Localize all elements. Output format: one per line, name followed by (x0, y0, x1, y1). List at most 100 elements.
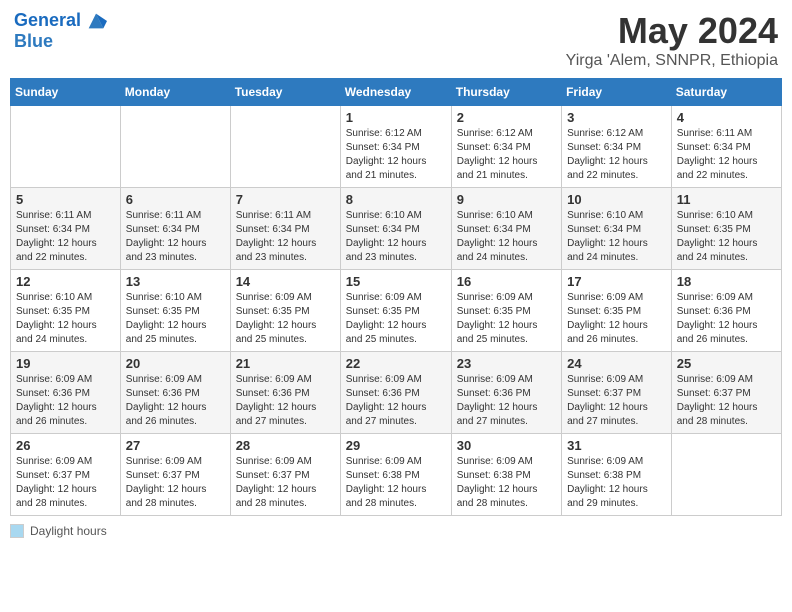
day-info: Sunrise: 6:10 AM Sunset: 6:35 PM Dayligh… (16, 291, 115, 347)
calendar-cell (11, 106, 121, 188)
week-row-1: 1 Sunrise: 6:12 AM Sunset: 6:34 PM Daylig… (11, 106, 782, 188)
column-header-friday: Friday (562, 79, 672, 106)
day-info: Sunrise: 6:10 AM Sunset: 6:35 PM Dayligh… (126, 291, 225, 347)
day-info: Sunrise: 6:11 AM Sunset: 6:34 PM Dayligh… (677, 127, 776, 183)
calendar-cell: 30 Sunrise: 6:09 AM Sunset: 6:38 PM Dayli… (451, 434, 561, 516)
day-number: 2 (457, 110, 556, 125)
day-number: 28 (236, 438, 335, 453)
day-info: Sunrise: 6:09 AM Sunset: 6:35 PM Dayligh… (567, 291, 666, 347)
calendar-cell: 18 Sunrise: 6:09 AM Sunset: 6:36 PM Dayli… (671, 270, 781, 352)
day-info: Sunrise: 6:09 AM Sunset: 6:36 PM Dayligh… (457, 373, 556, 429)
week-row-2: 5 Sunrise: 6:11 AM Sunset: 6:34 PM Daylig… (11, 188, 782, 270)
logo-icon (85, 10, 107, 32)
calendar-cell: 15 Sunrise: 6:09 AM Sunset: 6:35 PM Dayli… (340, 270, 451, 352)
calendar-table: SundayMondayTuesdayWednesdayThursdayFrid… (10, 78, 782, 516)
day-number: 13 (126, 274, 225, 289)
calendar-cell: 3Sunrise: 6:12 AM Sunset: 6:34 PM Daylig… (562, 106, 672, 188)
calendar-cell: 1 Sunrise: 6:12 AM Sunset: 6:34 PM Daylig… (340, 106, 451, 188)
day-info: Sunrise: 6:09 AM Sunset: 6:35 PM Dayligh… (346, 291, 446, 347)
week-row-4: 19Sunrise: 6:09 AM Sunset: 6:36 PM Dayli… (11, 352, 782, 434)
day-info: Sunrise: 6:09 AM Sunset: 6:38 PM Dayligh… (457, 455, 556, 511)
day-number: 16 (457, 274, 556, 289)
day-info: Sunrise: 6:12 AM Sunset: 6:34 PM Dayligh… (457, 127, 556, 183)
day-number: 18 (677, 274, 776, 289)
day-info: Sunrise: 6:11 AM Sunset: 6:34 PM Dayligh… (236, 209, 335, 265)
day-info: Sunrise: 6:09 AM Sunset: 6:36 PM Dayligh… (236, 373, 335, 429)
calendar-cell: 25 Sunrise: 6:09 AM Sunset: 6:37 PM Dayli… (671, 352, 781, 434)
calendar-cell: 23 Sunrise: 6:09 AM Sunset: 6:36 PM Dayli… (451, 352, 561, 434)
column-header-sunday: Sunday (11, 79, 121, 106)
title-block: May 2024 Yirga 'Alem, SNNPR, Ethiopia (566, 10, 778, 70)
calendar-cell: 31 Sunrise: 6:09 AM Sunset: 6:38 PM Dayli… (562, 434, 672, 516)
calendar-cell: 9Sunrise: 6:10 AM Sunset: 6:34 PM Daylig… (451, 188, 561, 270)
day-number: 31 (567, 438, 666, 453)
day-info: Sunrise: 6:09 AM Sunset: 6:35 PM Dayligh… (457, 291, 556, 347)
day-info: Sunrise: 6:09 AM Sunset: 6:36 PM Dayligh… (126, 373, 225, 429)
location-subtitle: Yirga 'Alem, SNNPR, Ethiopia (566, 52, 778, 70)
calendar-cell: 2 Sunrise: 6:12 AM Sunset: 6:34 PM Daylig… (451, 106, 561, 188)
day-number: 22 (346, 356, 446, 371)
day-info: Sunrise: 6:09 AM Sunset: 6:38 PM Dayligh… (567, 455, 666, 511)
day-number: 4 (677, 110, 776, 125)
column-header-saturday: Saturday (671, 79, 781, 106)
day-number: 1 (346, 110, 446, 125)
day-number: 20 (126, 356, 225, 371)
calendar-cell (120, 106, 230, 188)
calendar-cell: 11Sunrise: 6:10 AM Sunset: 6:35 PM Dayli… (671, 188, 781, 270)
day-number: 6 (126, 192, 225, 207)
calendar-cell: 12Sunrise: 6:10 AM Sunset: 6:35 PM Dayli… (11, 270, 121, 352)
day-info: Sunrise: 6:09 AM Sunset: 6:37 PM Dayligh… (16, 455, 115, 511)
day-number: 8 (346, 192, 446, 207)
day-info: Sunrise: 6:09 AM Sunset: 6:37 PM Dayligh… (677, 373, 776, 429)
calendar-header-row: SundayMondayTuesdayWednesdayThursdayFrid… (11, 79, 782, 106)
day-info: Sunrise: 6:09 AM Sunset: 6:36 PM Dayligh… (677, 291, 776, 347)
logo-text2: Blue (14, 32, 53, 52)
legend-label: Daylight hours (30, 524, 107, 538)
day-info: Sunrise: 6:12 AM Sunset: 6:34 PM Dayligh… (346, 127, 446, 183)
day-number: 26 (16, 438, 115, 453)
calendar-cell: 24 Sunrise: 6:09 AM Sunset: 6:37 PM Dayli… (562, 352, 672, 434)
page-header: General Blue May 2024 Yirga 'Alem, SNNPR… (10, 10, 782, 70)
day-info: Sunrise: 6:09 AM Sunset: 6:36 PM Dayligh… (16, 373, 115, 429)
calendar-cell: 19Sunrise: 6:09 AM Sunset: 6:36 PM Dayli… (11, 352, 121, 434)
day-number: 11 (677, 192, 776, 207)
day-number: 23 (457, 356, 556, 371)
day-number: 5 (16, 192, 115, 207)
day-number: 21 (236, 356, 335, 371)
day-info: Sunrise: 6:09 AM Sunset: 6:35 PM Dayligh… (236, 291, 335, 347)
week-row-5: 26 Sunrise: 6:09 AM Sunset: 6:37 PM Dayli… (11, 434, 782, 516)
day-number: 3 (567, 110, 666, 125)
logo-text: General (14, 11, 81, 31)
calendar-cell: 26 Sunrise: 6:09 AM Sunset: 6:37 PM Dayli… (11, 434, 121, 516)
calendar-cell (671, 434, 781, 516)
calendar-cell (230, 106, 340, 188)
day-number: 25 (677, 356, 776, 371)
day-number: 24 (567, 356, 666, 371)
calendar-cell: 7 Sunrise: 6:11 AM Sunset: 6:34 PM Daylig… (230, 188, 340, 270)
calendar-cell: 16 Sunrise: 6:09 AM Sunset: 6:35 PM Dayli… (451, 270, 561, 352)
calendar-footer: Daylight hours (10, 524, 782, 538)
column-header-monday: Monday (120, 79, 230, 106)
calendar-cell: 29Sunrise: 6:09 AM Sunset: 6:38 PM Dayli… (340, 434, 451, 516)
calendar-cell: 28 Sunrise: 6:09 AM Sunset: 6:37 PM Dayli… (230, 434, 340, 516)
day-number: 9 (457, 192, 556, 207)
day-number: 7 (236, 192, 335, 207)
calendar-cell: 13 Sunrise: 6:10 AM Sunset: 6:35 PM Dayli… (120, 270, 230, 352)
column-header-tuesday: Tuesday (230, 79, 340, 106)
calendar-cell: 10 Sunrise: 6:10 AM Sunset: 6:34 PM Dayli… (562, 188, 672, 270)
calendar-cell: 14Sunrise: 6:09 AM Sunset: 6:35 PM Dayli… (230, 270, 340, 352)
day-number: 15 (346, 274, 446, 289)
day-number: 10 (567, 192, 666, 207)
day-number: 29 (346, 438, 446, 453)
day-number: 30 (457, 438, 556, 453)
day-info: Sunrise: 6:11 AM Sunset: 6:34 PM Dayligh… (126, 209, 225, 265)
calendar-cell: 5Sunrise: 6:11 AM Sunset: 6:34 PM Daylig… (11, 188, 121, 270)
day-info: Sunrise: 6:09 AM Sunset: 6:37 PM Dayligh… (236, 455, 335, 511)
legend-box (10, 524, 24, 538)
day-info: Sunrise: 6:10 AM Sunset: 6:34 PM Dayligh… (567, 209, 666, 265)
calendar-cell: 20 Sunrise: 6:09 AM Sunset: 6:36 PM Dayli… (120, 352, 230, 434)
calendar-cell: 8Sunrise: 6:10 AM Sunset: 6:34 PM Daylig… (340, 188, 451, 270)
logo: General Blue (14, 10, 107, 52)
week-row-3: 12Sunrise: 6:10 AM Sunset: 6:35 PM Dayli… (11, 270, 782, 352)
day-info: Sunrise: 6:09 AM Sunset: 6:37 PM Dayligh… (567, 373, 666, 429)
